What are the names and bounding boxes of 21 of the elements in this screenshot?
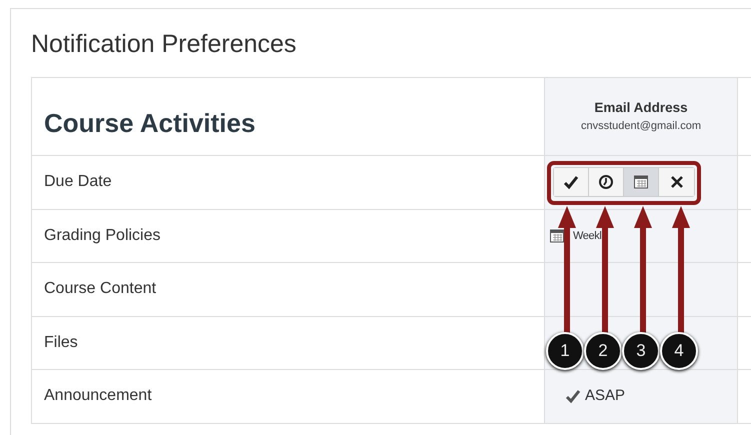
email-address: cnvsstudent@gmail.com [581, 119, 701, 134]
column-heading: Email Address [594, 99, 688, 118]
frequency-option[interactable] [589, 168, 624, 196]
section-heading: Course Activities [44, 107, 256, 140]
row-label: Announcement [44, 386, 152, 406]
row-label: Files [44, 332, 78, 353]
close-icon [668, 174, 684, 190]
calendar-icon [549, 228, 565, 244]
frequency-option[interactable] [554, 168, 589, 196]
page-title: Notification Preferences [31, 29, 298, 59]
frequency-value: Weekl [573, 228, 602, 244]
frequency-option[interactable] [624, 168, 659, 196]
row-label: Course Content [44, 279, 156, 300]
row-label: Grading Policies [44, 226, 160, 246]
row-label: Due Date [44, 172, 112, 192]
check-icon [565, 388, 581, 404]
frequency-option[interactable] [659, 168, 694, 196]
clock-icon [598, 174, 614, 190]
check-icon [563, 174, 579, 190]
calendar-icon [633, 174, 649, 190]
frequency-value: ASAP [585, 386, 626, 406]
